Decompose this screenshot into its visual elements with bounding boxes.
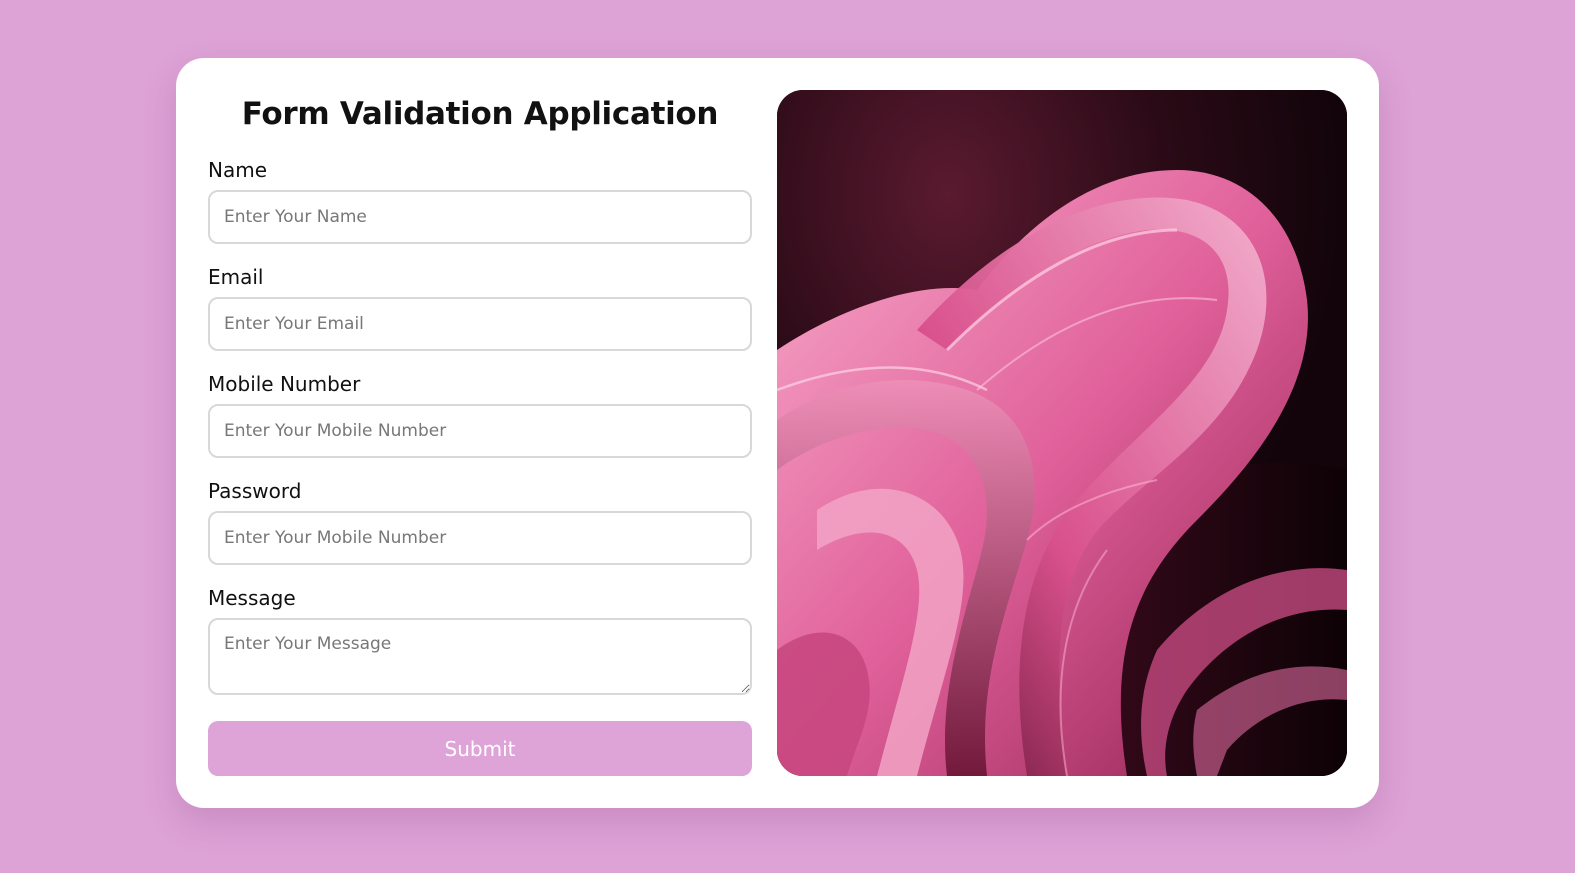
submit-button[interactable]: Submit bbox=[208, 721, 752, 776]
ribbon-artwork bbox=[777, 90, 1347, 776]
form-column: Form Validation Application Name Email M… bbox=[208, 88, 752, 776]
form-card: Form Validation Application Name Email M… bbox=[176, 58, 1379, 808]
email-input[interactable] bbox=[208, 297, 752, 351]
password-input[interactable] bbox=[208, 511, 752, 565]
message-field-group: Message bbox=[208, 586, 752, 695]
mobile-label: Mobile Number bbox=[208, 372, 361, 396]
password-label: Password bbox=[208, 479, 302, 503]
abstract-pink-ribbon-image bbox=[777, 90, 1347, 776]
page-title: Form Validation Application bbox=[241, 96, 719, 132]
email-label: Email bbox=[208, 265, 264, 289]
message-label: Message bbox=[208, 586, 296, 610]
password-field-group: Password bbox=[208, 479, 752, 565]
name-label: Name bbox=[208, 158, 268, 182]
mobile-input[interactable] bbox=[208, 404, 752, 458]
message-textarea[interactable] bbox=[208, 618, 752, 695]
mobile-field-group: Mobile Number bbox=[208, 372, 752, 458]
name-input[interactable] bbox=[208, 190, 752, 244]
name-field-group: Name bbox=[208, 158, 752, 244]
email-field-group: Email bbox=[208, 265, 752, 351]
